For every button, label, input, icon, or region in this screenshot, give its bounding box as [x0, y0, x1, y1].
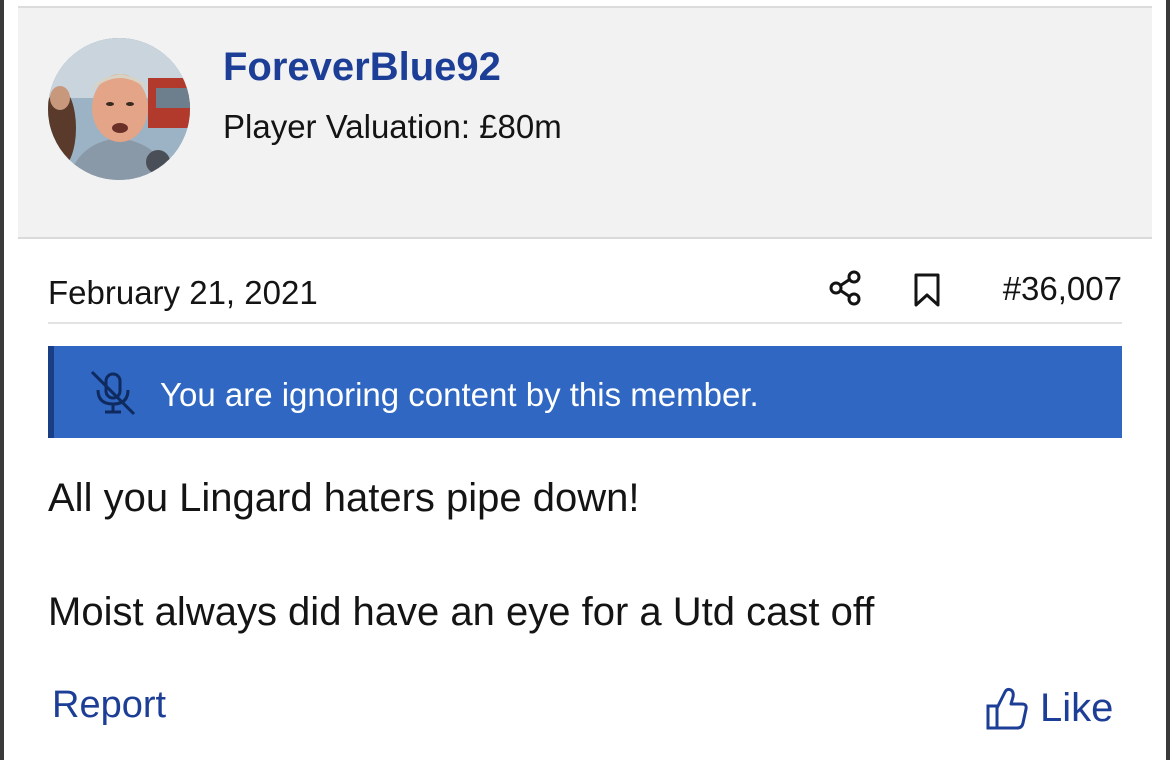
post-body-line: Moist always did have an eye for a Utd c… — [48, 590, 875, 634]
post-body: All you Lingard haters pipe down! Moist … — [48, 474, 1122, 636]
post-meta-row: February 21, 2021 #36,007 — [48, 266, 1122, 324]
frame-right-border — [1166, 0, 1170, 760]
avatar[interactable] — [48, 38, 190, 180]
muted-microphone-icon — [90, 370, 136, 416]
share-icon[interactable] — [828, 270, 862, 306]
post-body-line: All you Lingard haters pipe down! — [48, 476, 640, 520]
like-label: Like — [1040, 686, 1114, 730]
bookmark-icon[interactable] — [912, 272, 942, 308]
avatar-photo — [48, 38, 190, 180]
ignore-notice-bar: You are ignoring content by this member. — [48, 346, 1122, 438]
author-subtitle: Player Valuation: £80m — [223, 108, 562, 145]
post-date[interactable]: February 21, 2021 — [48, 274, 318, 312]
author-username[interactable]: ForeverBlue92 — [223, 45, 501, 90]
post-number-link[interactable]: #36,007 — [1003, 270, 1122, 308]
frame-left-border — [0, 0, 4, 760]
report-link[interactable]: Report — [52, 684, 166, 727]
ignore-notice-text: You are ignoring content by this member. — [160, 376, 759, 413]
post-author-header: ForeverBlue92 Player Valuation: £80m — [18, 6, 1152, 239]
thumbs-up-icon — [986, 687, 1028, 730]
